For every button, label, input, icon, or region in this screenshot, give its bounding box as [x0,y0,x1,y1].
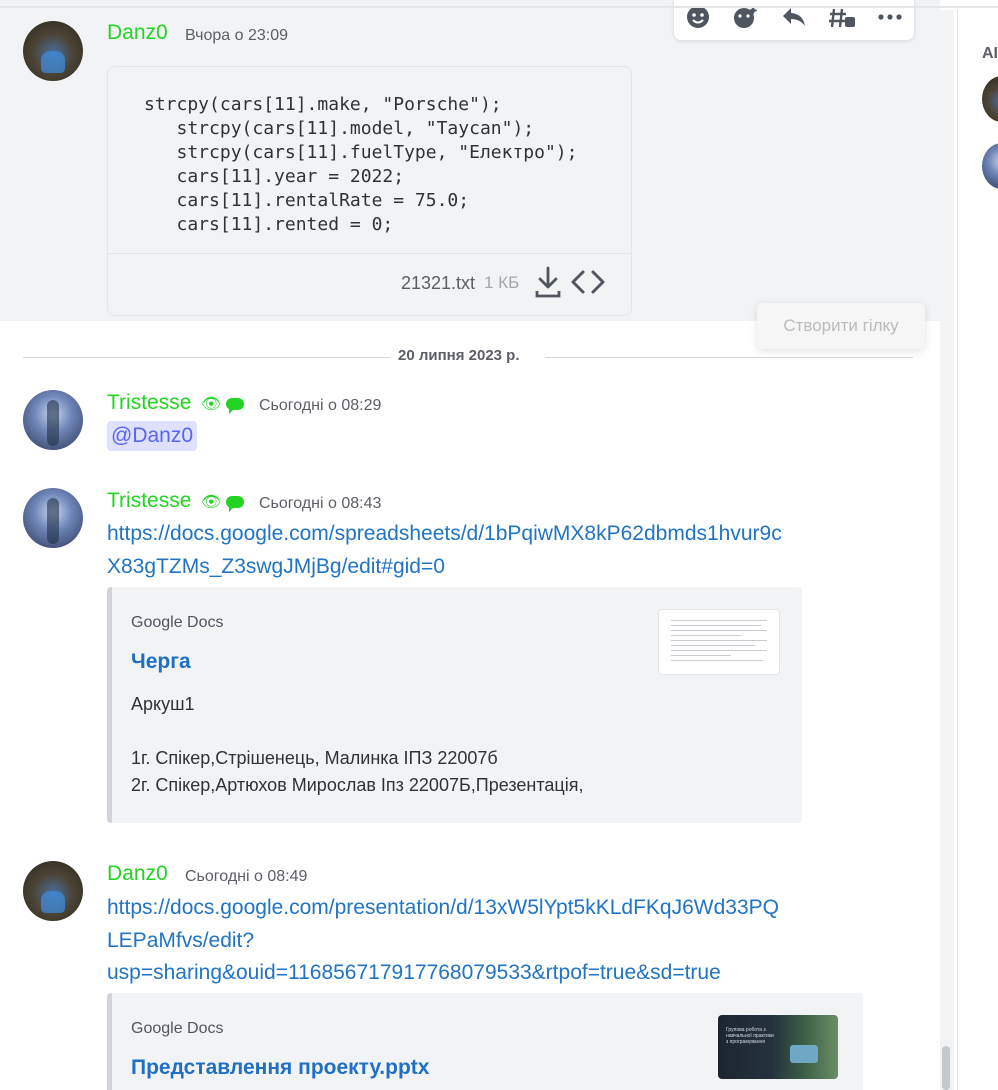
scrollbar-track[interactable] [940,10,954,1090]
message-link[interactable]: X83gTZMs_Z3swgJMjBg/edit#gid=0 [107,551,445,583]
link-embed: Google Docs Представлення проекту.pptx Г… [107,993,863,1090]
message-link[interactable]: usp=sharing&ouid=116856717917768079533&r… [107,957,721,989]
member-list-label: АІ [982,45,998,62]
link-embed: Google Docs Черга Аркуш1 1г. Спікер,Стрі… [107,587,802,823]
eye-icon: 👁 [201,396,222,413]
embed-description: Аркуш1 [131,694,195,714]
divider [108,253,631,254]
message-link[interactable]: https://docs.google.com/presentation/d/1… [107,892,779,924]
chat-panel: Danz0 Вчора о 23:09 strcpy(cars[11].make… [0,0,940,1090]
embed-provider[interactable]: Google Docs [131,614,224,632]
username[interactable]: Tristesse [107,489,191,513]
avatar[interactable] [23,21,83,81]
message-link[interactable]: https://docs.google.com/spreadsheets/d/1… [107,518,782,550]
embed-thumbnail[interactable]: Групова робота з навчальної практики з п… [718,1015,838,1079]
member-avatar[interactable] [982,143,998,189]
embed-title[interactable]: Представлення проекту.pptx [131,1056,429,1080]
thumbnail-bus-image [790,1045,818,1063]
embed-description: 2г. Спікер,Артюхов Мирослав Іпз 22007Б,П… [131,775,584,795]
download-icon[interactable] [534,265,562,299]
code-content: strcpy(cars[11].make, "Porsche"); strcpy… [144,94,578,235]
timestamp: Сьогодні о 08:49 [185,868,308,885]
avatar[interactable] [23,861,83,921]
username[interactable]: Danz0 [107,21,168,45]
chat-bubble-icon [226,496,244,512]
timestamp: Вчора о 23:09 [185,27,288,44]
avatar[interactable] [23,488,83,548]
member-avatar[interactable] [982,76,998,122]
member-list-border [957,10,958,1090]
date-divider: 20 липня 2023 р. [398,347,520,364]
message-link[interactable]: LEPaMfvs/edit? [107,925,254,957]
embed-description: 1г. Спікер,Стрішенець, Малинка ІПЗ 22007… [131,748,498,768]
expand-code-icon[interactable] [570,267,606,297]
embed-provider[interactable]: Google Docs [131,1020,224,1038]
chat-bubble-icon [226,398,244,414]
scrollbar-thumb[interactable] [942,1046,950,1090]
avatar[interactable] [23,390,83,450]
divider [23,357,390,358]
file-size: 1 КБ [484,273,520,292]
username[interactable]: Danz0 [107,862,168,886]
tooltip: Створити гілку [757,303,925,349]
timestamp: Сьогодні о 08:43 [259,495,382,512]
divider [545,357,913,358]
eye-icon: 👁 [201,494,222,511]
file-name[interactable]: 21321.txt [401,273,475,294]
embed-thumbnail[interactable] [658,609,780,675]
file-preview: strcpy(cars[11].make, "Porsche"); strcpy… [107,66,632,316]
window-top-border [0,6,998,8]
username[interactable]: Tristesse [107,391,191,415]
embed-title[interactable]: Черга [131,650,191,674]
thumbnail-text: Групова робота з навчальної практики з п… [726,1027,774,1045]
user-mention[interactable]: @Danz0 [107,421,198,451]
timestamp: Сьогодні о 08:29 [259,397,382,414]
